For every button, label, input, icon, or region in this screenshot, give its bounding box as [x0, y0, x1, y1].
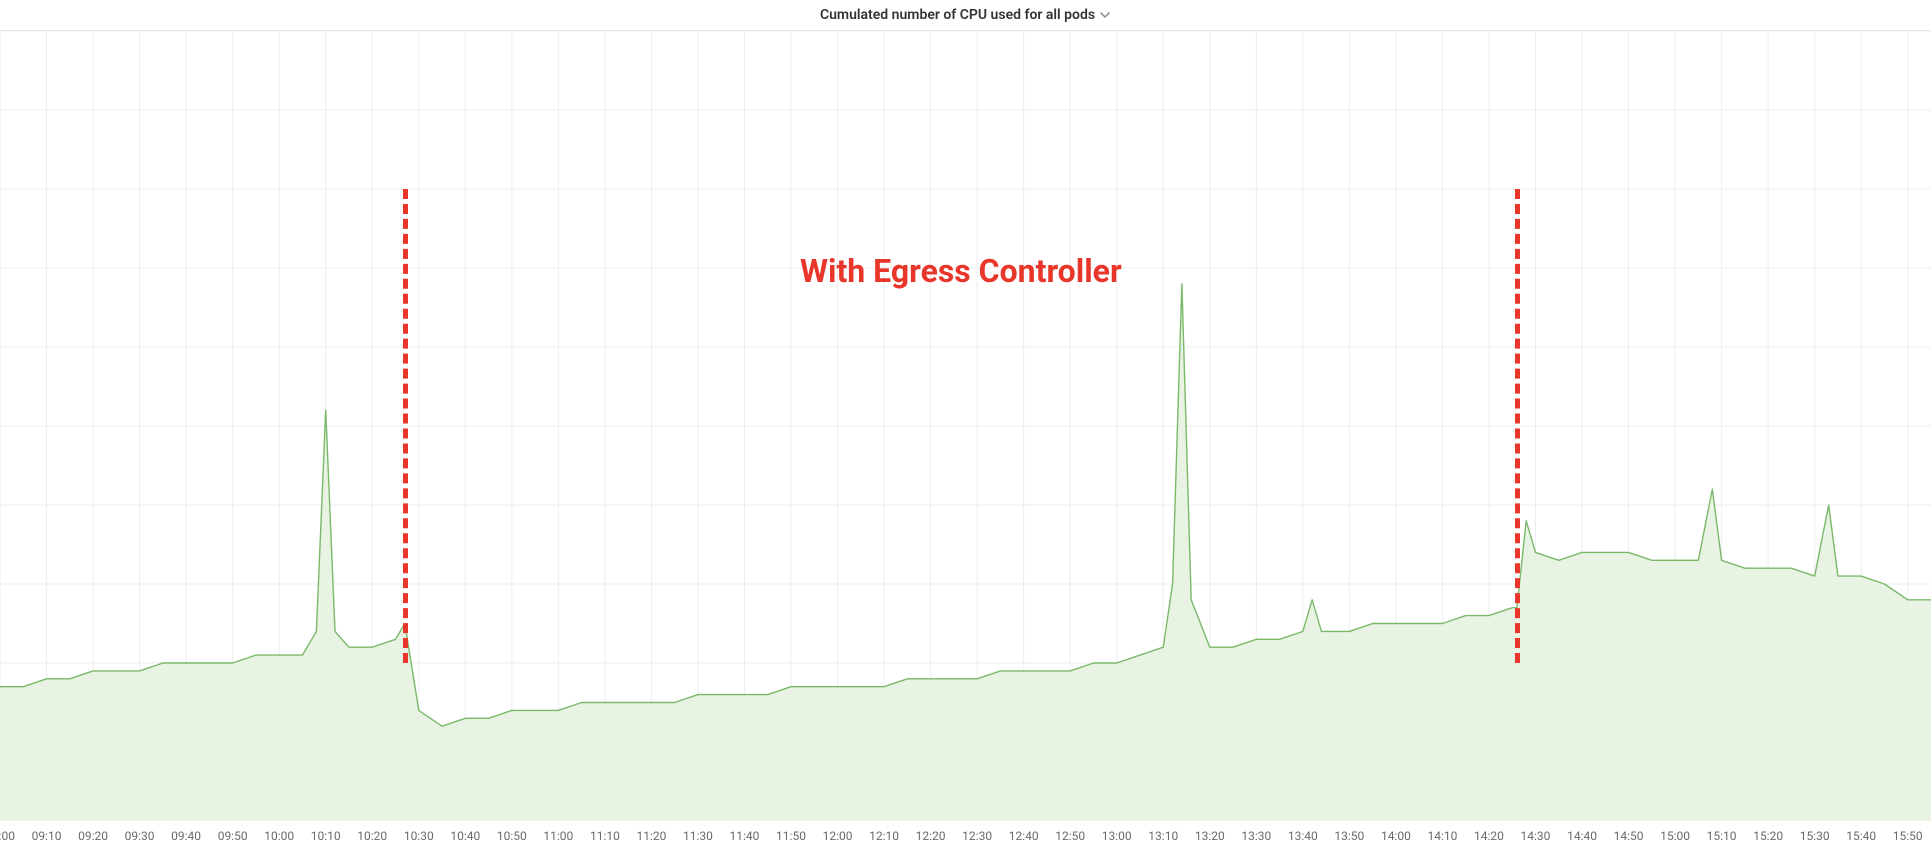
- x-tick-label: 15:50: [1893, 829, 1923, 843]
- x-tick-label: 15:20: [1753, 829, 1783, 843]
- x-tick-label: 11:40: [730, 829, 760, 843]
- x-tick-label: 09:40: [171, 829, 201, 843]
- x-tick-label: 10:50: [497, 829, 527, 843]
- panel-title-button[interactable]: Cumulated number of CPU used for all pod…: [820, 7, 1111, 23]
- x-axis: 09:00 09:10 09:20 09:30 09:40 09:50 10:00 10:10…: [0, 829, 1931, 857]
- x-tick-label: 13:30: [1241, 829, 1271, 843]
- x-tick-label: 14:30: [1521, 829, 1551, 843]
- x-tick-label: 12:50: [1055, 829, 1085, 843]
- x-tick-label: 14:10: [1427, 829, 1457, 843]
- x-tick-label: 10:40: [450, 829, 480, 843]
- marker-start-line: [403, 189, 408, 663]
- x-tick-label: 13:20: [1195, 829, 1225, 843]
- x-tick-label: 11:00: [543, 829, 573, 843]
- x-tick-label: 14:50: [1614, 829, 1644, 843]
- x-tick-label: 10:10: [311, 829, 341, 843]
- x-tick-label: 10:30: [404, 829, 434, 843]
- chart-plot: [0, 31, 1931, 821]
- annotation-label: With Egress Controller: [800, 252, 1122, 290]
- x-tick-label: 15:00: [1660, 829, 1690, 843]
- x-tick-label: 13:00: [1102, 829, 1132, 843]
- x-tick-label: 14:20: [1474, 829, 1504, 843]
- x-tick-label: 12:20: [916, 829, 946, 843]
- x-tick-label: 13:40: [1288, 829, 1318, 843]
- marker-end-line: [1515, 189, 1520, 663]
- x-tick-label: 14:40: [1567, 829, 1597, 843]
- panel-title-text: Cumulated number of CPU used for all pod…: [820, 7, 1095, 23]
- x-tick-label: 09:00: [0, 829, 15, 843]
- x-tick-label: 12:40: [1009, 829, 1039, 843]
- x-tick-label: 15:10: [1707, 829, 1737, 843]
- x-tick-label: 11:20: [636, 829, 666, 843]
- x-tick-label: 10:00: [264, 829, 294, 843]
- x-tick-label: 11:50: [776, 829, 806, 843]
- x-tick-label: 12:30: [962, 829, 992, 843]
- x-tick-label: 10:20: [357, 829, 387, 843]
- x-tick-label: 14:00: [1381, 829, 1411, 843]
- chart-panel[interactable]: 09:00 09:10 09:20 09:30 09:40 09:50 10:00 10:10…: [0, 30, 1931, 850]
- x-tick-label: 11:30: [683, 829, 713, 843]
- x-tick-label: 13:50: [1334, 829, 1364, 843]
- x-tick-label: 11:10: [590, 829, 620, 843]
- x-tick-label: 09:30: [125, 829, 155, 843]
- x-tick-label: 13:10: [1148, 829, 1178, 843]
- x-tick-label: 09:10: [32, 829, 62, 843]
- x-tick-label: 12:10: [869, 829, 899, 843]
- x-tick-label: 15:40: [1846, 829, 1876, 843]
- panel-header: Cumulated number of CPU used for all pod…: [0, 4, 1931, 23]
- x-tick-label: 09:20: [78, 829, 108, 843]
- x-tick-label: 15:30: [1800, 829, 1830, 843]
- chevron-down-icon: [1099, 9, 1111, 21]
- x-tick-label: 12:00: [823, 829, 853, 843]
- x-tick-label: 09:50: [218, 829, 248, 843]
